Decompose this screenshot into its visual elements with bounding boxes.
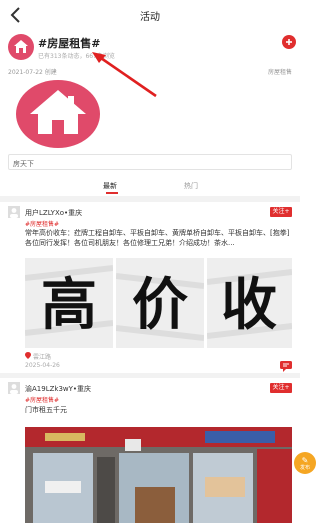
- post-image-3[interactable]: 收: [207, 258, 292, 348]
- post-card[interactable]: 用户LZLYXo•重庆 关注+ #房屋租售# 常年高价收车：荭牌工程自卸车、平板…: [0, 205, 300, 375]
- post-content[interactable]: 门市租五千元: [25, 405, 290, 417]
- topic-follow-icon[interactable]: [282, 35, 296, 49]
- publish-pencil-icon: ✎: [301, 456, 309, 465]
- nav-bar: 活动: [0, 0, 300, 30]
- post-tag[interactable]: #房屋租售#: [25, 395, 59, 404]
- post-date: 2025-04-26: [25, 362, 60, 369]
- page-title: 活动: [140, 12, 160, 23]
- post-image-2[interactable]: 价: [116, 258, 204, 348]
- comment-icon[interactable]: [280, 361, 292, 372]
- topic-owner: 房屋租售: [267, 69, 292, 76]
- post-image-1[interactable]: 高: [25, 258, 113, 348]
- location-pin-icon: [25, 352, 31, 359]
- topic-house-icon: [8, 34, 34, 60]
- image-char-2: 价: [132, 272, 188, 338]
- follow-button[interactable]: 关注+: [270, 383, 292, 393]
- tab-latest[interactable]: 最新: [103, 181, 117, 191]
- follow-button[interactable]: 关注+: [270, 207, 292, 217]
- topic-cover-image: [16, 80, 100, 148]
- post-user[interactable]: 渝A19LZk3wY•重庆: [25, 384, 91, 394]
- post-tag[interactable]: #房屋租售#: [25, 219, 59, 228]
- topic-name: #房屋租售#: [38, 37, 101, 50]
- image-char-1: 高: [41, 272, 97, 338]
- post-location[interactable]: 雲江路: [33, 352, 51, 361]
- avatar[interactable]: [8, 206, 20, 218]
- section-divider: [0, 196, 300, 202]
- post-card[interactable]: 渝A19LZk3wY•重庆 关注+ #房屋租售# 门市租五千元: [0, 381, 300, 523]
- avatar[interactable]: [8, 382, 20, 394]
- post-user[interactable]: 用户LZLYXo•重庆: [25, 208, 82, 218]
- post-divider: [0, 373, 300, 378]
- post-content[interactable]: 常年高价收车：荭牌工程自卸车、平板自卸车、黄牌单桥自卸车、平板自卸车、[抱拳]各…: [25, 228, 290, 258]
- search-box[interactable]: 房天下: [8, 154, 292, 170]
- tab-active-indicator: [106, 192, 118, 194]
- publish-button[interactable]: ✎ 发布: [294, 452, 316, 474]
- image-char-3: 收: [221, 272, 277, 338]
- post-image-storefront[interactable]: [25, 427, 292, 523]
- feed-tabs: 最新 热门: [0, 178, 300, 196]
- publish-label: 发布: [299, 465, 310, 471]
- tab-hot[interactable]: 热门: [184, 181, 198, 191]
